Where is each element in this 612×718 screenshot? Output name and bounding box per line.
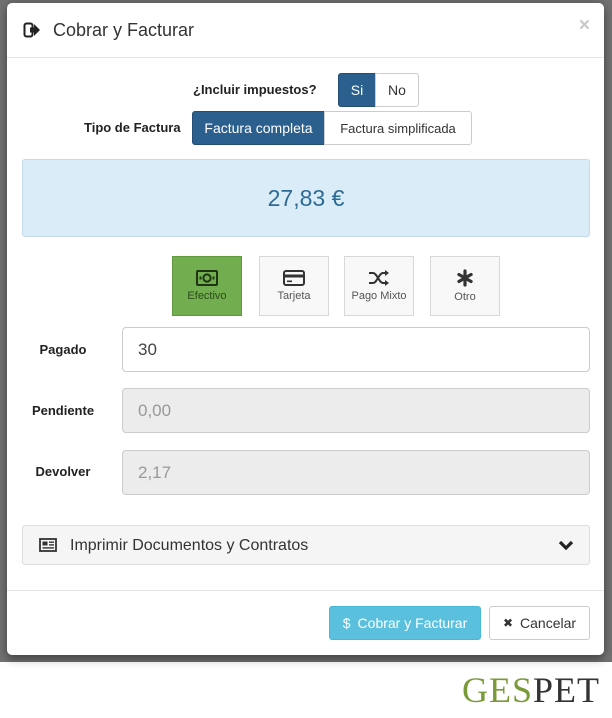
payment-other-button[interactable]: Otro [430,256,500,316]
payment-modal: Cobrar y Facturar × ¿Incluir impuestos? … [7,3,604,655]
payment-cash-button[interactable]: Efectivo [172,256,242,316]
taxes-label: ¿Incluir impuestos? [193,82,317,97]
asterisk-icon [456,269,474,287]
shuffle-icon [368,270,390,286]
return-field: 2,17 [122,450,590,495]
amount-display: 27,83 € [22,159,590,237]
paid-label: Pagado [39,342,87,357]
amount-value: 27,83 € [267,184,345,211]
cancel-button[interactable]: ✖ Cancelar [489,606,590,640]
print-documents-panel[interactable]: Imprimir Documentos y Contratos [22,525,590,565]
gespet-logo: GESPET [462,669,600,711]
return-label: Devolver [35,464,91,479]
payment-mixed-button[interactable]: Pago Mixto [344,256,414,316]
invoice-full-button[interactable]: Factura completa [192,111,325,145]
payment-method-label: Otro [454,291,476,303]
pending-field: 0,00 [122,388,590,433]
paid-input[interactable]: 30 [122,327,590,372]
modal-footer: $ Cobrar y Facturar ✖ Cancelar [7,590,604,655]
close-icon: ✖ [502,616,514,630]
invoice-type-label: Tipo de Factura [84,120,181,135]
payment-card-button[interactable]: Tarjeta [259,256,329,316]
credit-card-icon [283,270,305,286]
charge-invoice-label: Cobrar y Facturar [357,615,468,631]
modal-header: Cobrar y Facturar × [7,3,604,58]
pending-label: Pendiente [31,403,95,418]
logo-part-pet: PET [532,670,600,710]
newspaper-icon [39,538,57,557]
background-edge [604,0,612,662]
close-button[interactable]: × [579,15,590,37]
cash-icon [196,270,218,286]
logo-part-ges: GES [461,670,533,710]
payment-method-label: Tarjeta [277,290,311,302]
taxes-yes-button[interactable]: Si [338,73,376,107]
invoice-simplified-button[interactable]: Factura simplificada [324,111,472,145]
dollar-icon: $ [342,615,351,631]
chevron-down-icon [558,538,574,556]
charge-invoice-button[interactable]: $ Cobrar y Facturar [329,606,481,640]
payment-method-label: Efectivo [187,290,227,302]
print-documents-label: Imprimir Documentos y Contratos [70,537,309,554]
sign-out-icon [23,21,41,39]
payment-method-label: Pago Mixto [351,290,407,302]
taxes-no-button[interactable]: No [375,73,419,107]
cancel-label: Cancelar [520,615,577,631]
modal-title: Cobrar y Facturar [53,20,195,40]
